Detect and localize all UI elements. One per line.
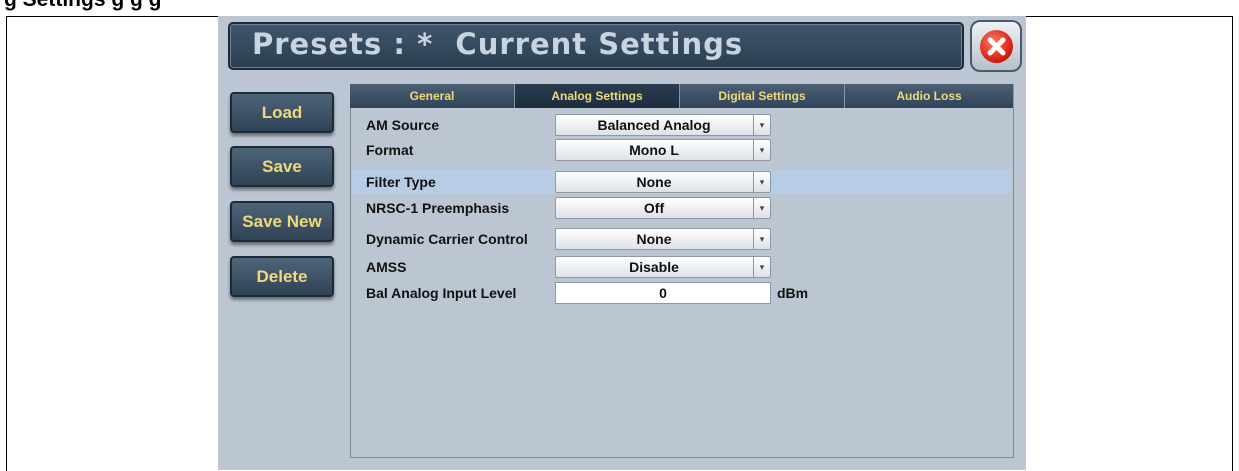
chevron-down-icon: ▾ — [753, 115, 770, 135]
dropdown-value: None — [636, 174, 672, 190]
tab-bar: General Analog Settings Digital Settings… — [350, 84, 1014, 108]
tab-general[interactable]: General — [350, 84, 515, 108]
chevron-down-icon: ▾ — [753, 140, 770, 160]
setting-row-format: Format Mono L ▾ — [352, 138, 1012, 162]
close-x-glyph — [987, 37, 1006, 56]
save-button[interactable]: Save — [230, 146, 334, 187]
dynamic-carrier-control-dropdown[interactable]: None ▾ — [555, 228, 771, 250]
dropdown-value: Off — [643, 200, 665, 216]
setting-row-amss: AMSS Disable ▾ — [352, 255, 1012, 279]
load-button[interactable]: Load — [230, 92, 334, 133]
setting-label: Format — [366, 142, 414, 158]
tab-digital-settings[interactable]: Digital Settings — [680, 84, 845, 108]
setting-label: AMSS — [366, 259, 407, 275]
document-caption: g Settings g g g — [0, 0, 1239, 14]
setting-label: Bal Analog Input Level — [366, 285, 517, 301]
dropdown-value: Disable — [629, 259, 679, 275]
save-new-button[interactable]: Save New — [230, 201, 334, 242]
amss-dropdown[interactable]: Disable ▾ — [555, 256, 771, 278]
page-title: Presets : * Current Settings — [252, 27, 744, 61]
dropdown-value: Mono L — [629, 142, 679, 158]
chevron-down-icon: ▾ — [753, 198, 770, 218]
document-caption-text: g Settings g g g — [4, 0, 162, 12]
chevron-down-icon: ▾ — [753, 229, 770, 249]
tab-audio-loss[interactable]: Audio Loss — [845, 84, 1014, 108]
nrsc-preemphasis-dropdown[interactable]: Off ▾ — [555, 197, 771, 219]
delete-button[interactable]: Delete — [230, 256, 334, 297]
setting-label: Filter Type — [366, 174, 436, 190]
dropdown-value: None — [636, 231, 672, 247]
setting-label: AM Source — [366, 117, 440, 133]
setting-row-filter-type: Filter Type None ▾ — [352, 170, 1012, 194]
setting-label: Dynamic Carrier Control — [366, 231, 528, 247]
setting-row-am-source: AM Source Balanced Analog ▾ — [352, 113, 1012, 137]
dropdown-value: Balanced Analog — [597, 117, 711, 133]
unit-label: dBm — [777, 285, 809, 301]
am-source-dropdown[interactable]: Balanced Analog ▾ — [555, 114, 771, 136]
close-button[interactable] — [970, 20, 1022, 72]
setting-row-dynamic-carrier-control: Dynamic Carrier Control None ▾ — [352, 227, 1012, 251]
filter-type-dropdown[interactable]: None ▾ — [555, 171, 771, 193]
title-bar: Presets : * Current Settings — [228, 22, 964, 70]
setting-row-bal-analog-input-level: Bal Analog Input Level 0 dBm — [352, 281, 1012, 305]
format-dropdown[interactable]: Mono L ▾ — [555, 139, 771, 161]
setting-row-nrsc-preemphasis: NRSC-1 Preemphasis Off ▾ — [352, 196, 1012, 220]
tab-analog-settings[interactable]: Analog Settings — [515, 84, 680, 108]
presets-screen: Presets : * Current Settings Load Save S… — [218, 16, 1026, 470]
chevron-down-icon: ▾ — [753, 257, 770, 277]
bal-analog-input-level-field[interactable]: 0 — [555, 282, 771, 304]
chevron-down-icon: ▾ — [753, 172, 770, 192]
setting-label: NRSC-1 Preemphasis — [366, 200, 510, 216]
